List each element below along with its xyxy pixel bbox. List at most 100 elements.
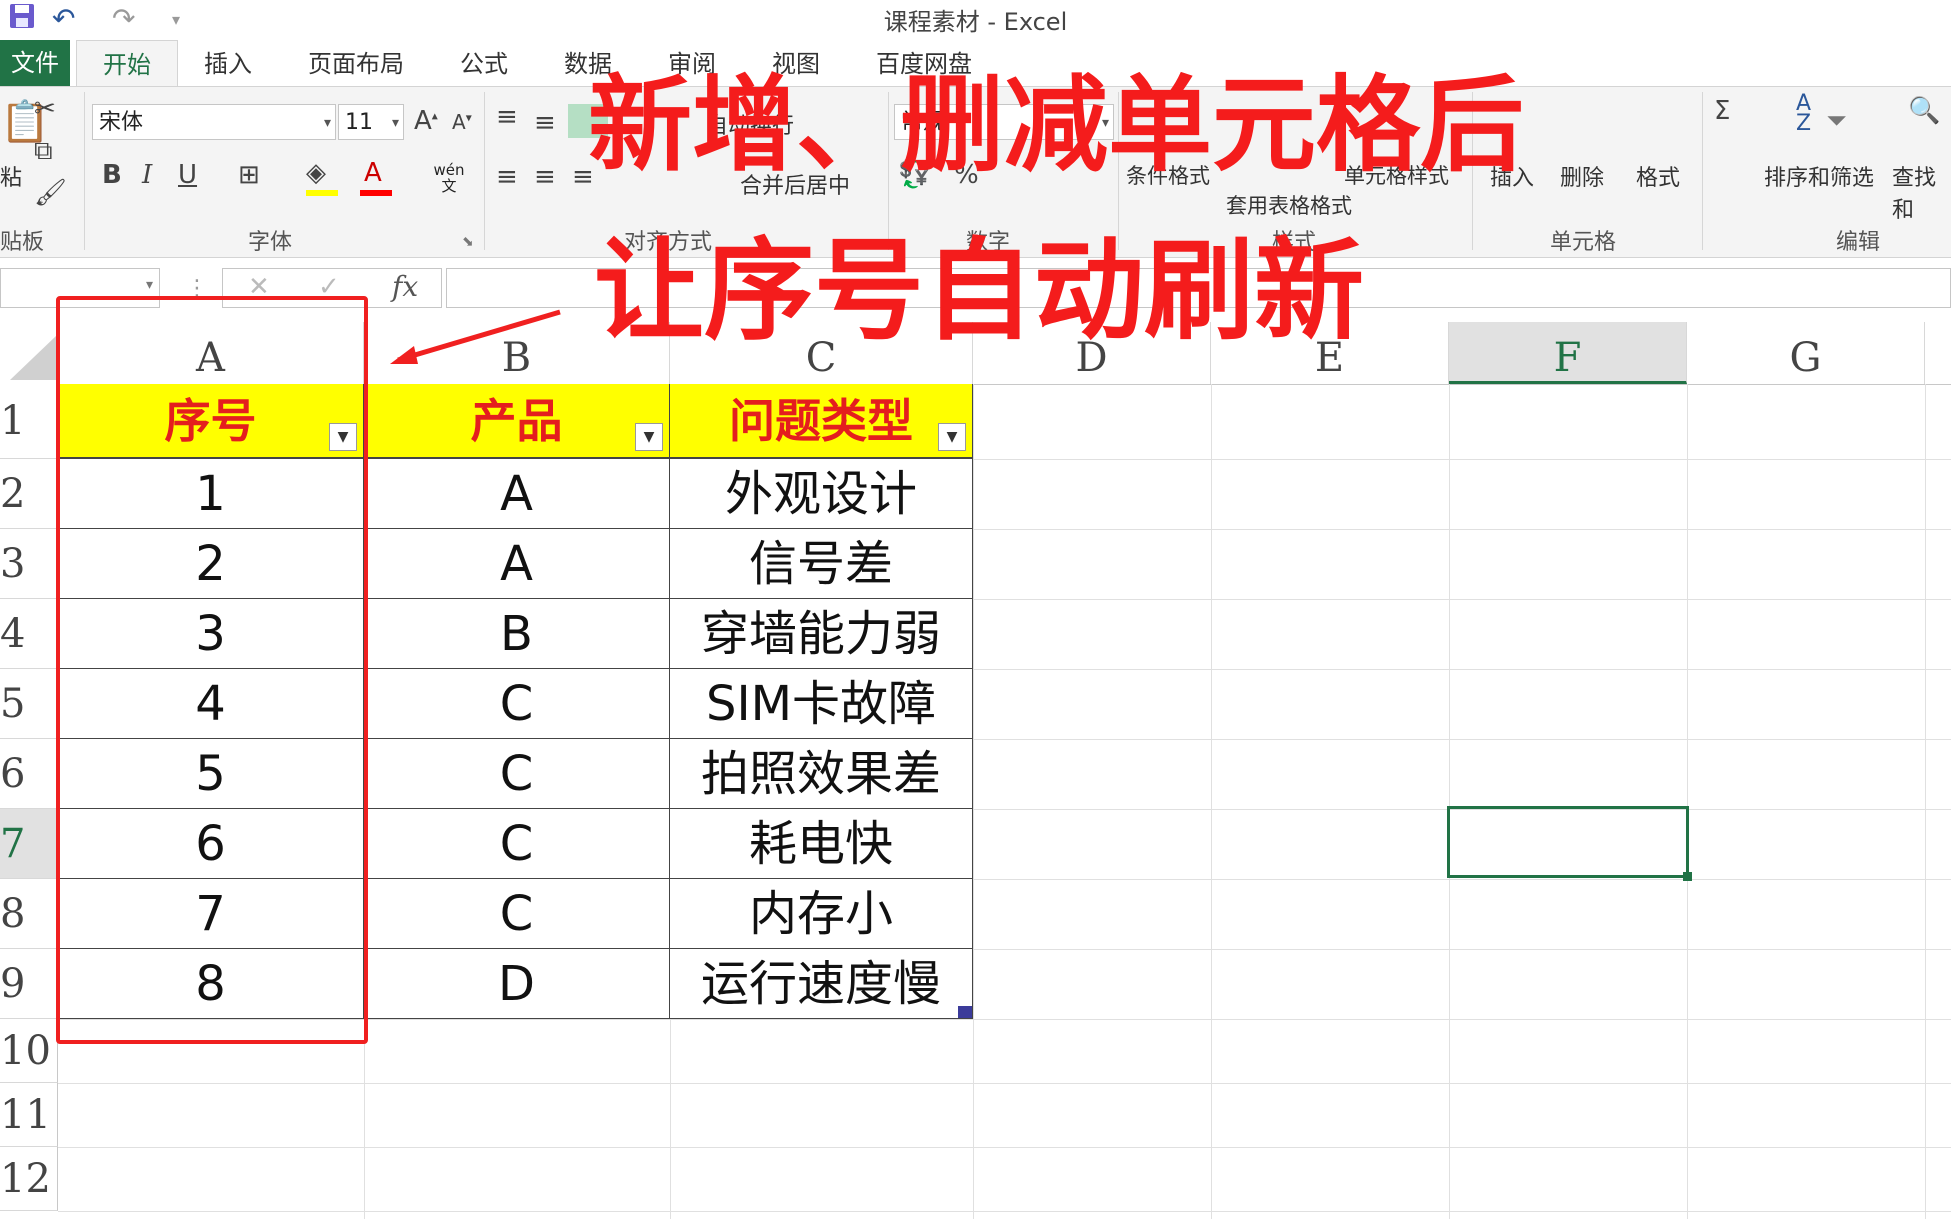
table-cell[interactable]: 穿墙能力弱 xyxy=(670,599,973,669)
group-label-font: 字体 xyxy=(248,230,293,255)
table-cell[interactable]: SIM卡故障 xyxy=(670,669,973,739)
font-size-value: 11 xyxy=(345,110,373,135)
annotation-title-line1: 新增、删减单元格后 xyxy=(588,64,1525,186)
binoculars-icon[interactable]: 🔍 xyxy=(1908,96,1940,126)
font-name-combo[interactable]: 宋体 ▾ xyxy=(92,104,336,140)
select-all-corner[interactable] xyxy=(0,322,58,384)
grid-line xyxy=(1449,384,1450,1219)
table-cell[interactable]: 信号差 xyxy=(670,529,973,599)
row-header-9[interactable]: 9 xyxy=(0,949,58,1019)
font-name-value: 宋体 xyxy=(99,110,144,135)
table-cell[interactable]: D xyxy=(364,949,670,1019)
funnel-icon[interactable]: ⏷ xyxy=(1826,106,1847,137)
row-header-11[interactable]: 11 xyxy=(0,1083,58,1147)
find-select-button[interactable]: 查找和 xyxy=(1892,160,1951,224)
grid-line xyxy=(58,1211,1951,1212)
chevron-down-icon: ▾ xyxy=(323,115,331,131)
row-header-2[interactable]: 2 xyxy=(0,459,58,529)
annotation-title-line2: 让序号自动刷新 xyxy=(594,227,1364,355)
tab-page-layout[interactable]: 页面布局 xyxy=(282,40,430,86)
copy-icon[interactable]: ⧉ xyxy=(34,136,53,167)
font-color-swatch xyxy=(360,190,392,196)
chevron-down-icon: ▾ xyxy=(391,115,399,131)
chevron-down-icon: ▾ xyxy=(145,277,153,293)
italic-button[interactable]: I xyxy=(142,160,152,190)
paste-label[interactable]: 粘 xyxy=(0,160,22,192)
table-cell[interactable]: C xyxy=(364,809,670,879)
row-header-4[interactable]: 4 xyxy=(0,599,58,669)
row-header-12[interactable]: 12 xyxy=(0,1147,58,1211)
table-header-cell[interactable]: 问题类型 ▼ xyxy=(670,384,973,459)
group-label-cells: 单元格 xyxy=(1550,230,1617,255)
font-size-combo[interactable]: 11 ▾ xyxy=(338,104,404,140)
align-left-icon[interactable]: ≡ xyxy=(496,162,518,192)
row-header-7[interactable]: 7 xyxy=(0,809,58,879)
underline-button[interactable]: U xyxy=(178,160,197,190)
row-header-8[interactable]: 8 xyxy=(0,879,58,949)
row-header-5[interactable]: 5 xyxy=(0,669,58,739)
align-top-icon[interactable]: ≡ xyxy=(496,102,518,132)
fill-color-icon[interactable]: ◈ xyxy=(306,158,326,188)
divider xyxy=(484,92,485,250)
table-header-cell[interactable]: 产品 ▼ xyxy=(364,384,670,459)
table-cell[interactable]: 外观设计 xyxy=(670,459,973,529)
tab-file[interactable]: 文件 xyxy=(0,40,70,86)
table-cell[interactable]: 拍照效果差 xyxy=(670,739,973,809)
divider xyxy=(1702,92,1703,250)
autosum-icon[interactable]: Σ xyxy=(1714,96,1730,126)
dialog-launcher-icon[interactable]: ⬊ xyxy=(462,234,474,250)
table-cell[interactable]: 耗电快 xyxy=(670,809,973,879)
tab-insert[interactable]: 插入 xyxy=(178,40,278,86)
align-middle-icon[interactable]: ≡ xyxy=(534,108,556,138)
annotation-arrow-icon xyxy=(390,309,561,364)
table-cell[interactable]: C xyxy=(364,739,670,809)
cut-icon[interactable]: ✂ xyxy=(34,94,56,124)
group-label-editing: 编辑 xyxy=(1836,230,1881,255)
column-header-f[interactable]: F xyxy=(1449,322,1687,384)
grid-line xyxy=(1925,384,1926,1219)
header-product-label: 产品 xyxy=(470,394,563,448)
window-title: 课程素材 - Excel xyxy=(883,8,1068,36)
grid-line xyxy=(1687,384,1688,1219)
format-as-table-button[interactable]: 套用表格格式 xyxy=(1226,190,1352,220)
sort-filter-icon[interactable]: AZ xyxy=(1796,93,1811,135)
tab-formulas[interactable]: 公式 xyxy=(434,40,534,86)
active-cell-outline[interactable] xyxy=(1447,806,1689,878)
row-header-6[interactable]: 6 xyxy=(0,739,58,809)
table-cell[interactable]: 运行速度慢 xyxy=(670,949,973,1019)
group-label-clipboard: 贴板 xyxy=(0,230,45,255)
format-cells-button[interactable]: 格式 xyxy=(1636,160,1680,192)
shrink-font-icon[interactable]: A▾ xyxy=(452,110,472,134)
align-center-icon[interactable]: ≡ xyxy=(534,162,556,192)
table-cell[interactable]: B xyxy=(364,599,670,669)
annotation-highlight-box xyxy=(56,296,368,1044)
table-cell[interactable]: A xyxy=(364,529,670,599)
fill-color-swatch xyxy=(306,190,338,196)
table-cell[interactable]: C xyxy=(364,669,670,739)
filter-dropdown-icon[interactable]: ▼ xyxy=(635,423,663,451)
table-cell[interactable]: C xyxy=(364,879,670,949)
filter-dropdown-icon[interactable]: ▼ xyxy=(938,423,966,451)
row-header-10[interactable]: 10 xyxy=(0,1019,58,1083)
phonetic-button[interactable]: wén 文 xyxy=(432,162,466,194)
grow-font-icon[interactable]: A▴ xyxy=(414,106,438,136)
table-cell[interactable]: A xyxy=(364,459,670,529)
fill-handle[interactable] xyxy=(1683,872,1692,881)
grid-line xyxy=(1211,384,1212,1219)
format-painter-icon[interactable]: 🖌 xyxy=(34,178,67,208)
bold-button[interactable]: B xyxy=(102,160,122,190)
grid-line xyxy=(58,1083,1951,1084)
column-header-g[interactable]: G xyxy=(1687,322,1925,384)
grid-line xyxy=(58,1147,1951,1148)
divider xyxy=(84,92,85,250)
grid-line xyxy=(973,384,974,1219)
borders-icon[interactable]: ⊞ xyxy=(238,160,260,190)
row-header-3[interactable]: 3 xyxy=(0,529,58,599)
table-resize-handle-icon[interactable] xyxy=(958,1006,972,1018)
row-header-1[interactable]: 1 xyxy=(0,384,58,459)
tab-home[interactable]: 开始 xyxy=(76,40,178,87)
table-cell[interactable]: 内存小 xyxy=(670,879,973,949)
delete-cells-button[interactable]: 删除 xyxy=(1560,160,1604,192)
sort-filter-button[interactable]: 排序和筛选 xyxy=(1764,160,1874,192)
font-color-icon[interactable]: A xyxy=(364,158,382,188)
